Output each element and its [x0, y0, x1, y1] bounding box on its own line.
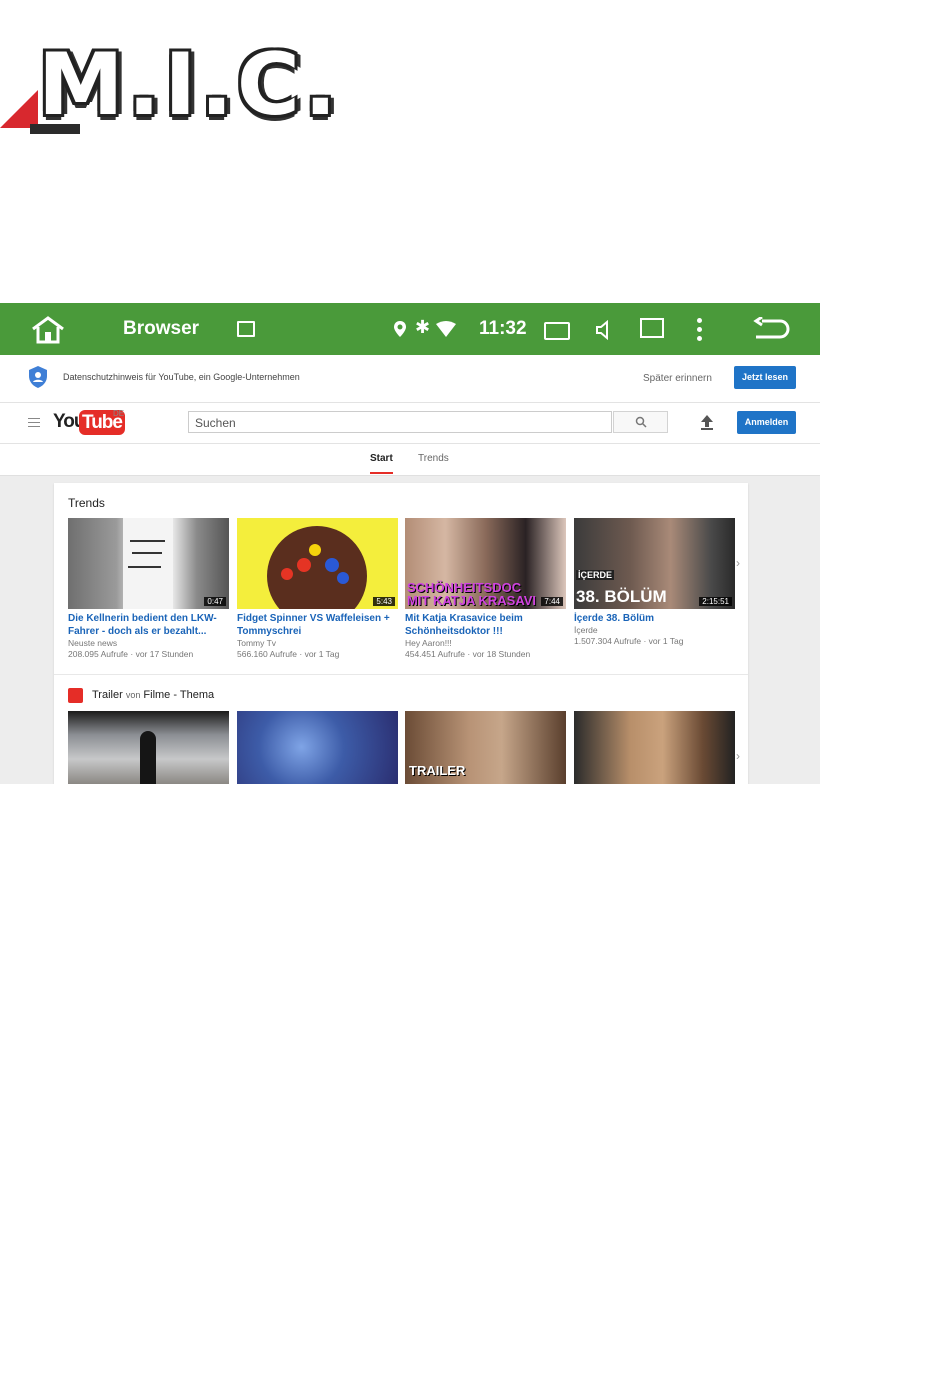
app-title: Browser	[123, 318, 200, 339]
image-icon[interactable]	[237, 321, 255, 337]
region-label: DE	[113, 409, 125, 418]
screen-close-icon[interactable]	[640, 318, 664, 338]
video-title[interactable]: Die Kellnerin bedient den LKW-Fahrer - d…	[68, 612, 229, 638]
video-channel[interactable]: Tommy Tv	[237, 638, 398, 649]
trailer-title[interactable]: Trailer	[92, 689, 123, 701]
bluetooth-icon: ✱	[415, 317, 431, 337]
privacy-text: Datenschutzhinweis für YouTube, ein Goog…	[63, 372, 300, 382]
read-now-button[interactable]: Jetzt lesen	[734, 366, 796, 389]
carousel-next-icon[interactable]: ›	[736, 556, 740, 570]
video-duration: 2:15:51	[699, 597, 732, 606]
thumbnail-overlay-text: 38. BÖLÜM	[576, 587, 667, 606]
shield-icon	[29, 366, 47, 388]
video-channel[interactable]: Neuste news	[68, 638, 229, 649]
video-item[interactable]: 0:47 Die Kellnerin bedient den LKW-Fahre…	[68, 518, 229, 660]
youtube-header: You Tube DE Suchen Anmelden	[0, 403, 820, 444]
clock: 11:32	[479, 318, 527, 339]
remind-later-link[interactable]: Später erinnern	[643, 373, 712, 384]
video-channel[interactable]: Hey Aaron!!!	[405, 638, 566, 649]
video-title[interactable]: Fidget Spinner VS Waffeleisen + Tommysch…	[237, 612, 398, 638]
video-item[interactable]: İÇERDE 38. BÖLÜM 2:15:51 İçerde 38. Bölü…	[574, 518, 735, 647]
trends-heading: Trends	[68, 496, 105, 510]
search-input[interactable]: Suchen	[188, 411, 612, 433]
video-channel[interactable]: İçerde	[574, 625, 735, 636]
video-thumbnail[interactable]: 0:47	[68, 518, 229, 609]
trailer-channel-icon[interactable]	[68, 688, 83, 703]
video-duration: 5:43	[373, 597, 395, 606]
video-duration: 0:47	[204, 597, 226, 606]
hamburger-menu-icon[interactable]	[28, 418, 40, 430]
location-icon	[394, 321, 406, 337]
more-options-icon[interactable]	[697, 318, 703, 345]
trailer-from: von	[125, 690, 141, 700]
video-thumbnail[interactable]: İÇERDE 38. BÖLÜM 2:15:51	[574, 518, 735, 609]
back-icon[interactable]	[752, 317, 790, 341]
home-icon[interactable]	[30, 315, 66, 345]
video-meta: 1.507.304 Aufrufe · vor 1 Tag	[574, 636, 684, 646]
trailer-heading: Trailer von Filme - Thema	[92, 689, 214, 701]
youtube-tabs: Start Trends	[0, 444, 820, 476]
video-meta: 566.160 Aufrufe · vor 1 Tag	[237, 649, 340, 659]
mic-logo: M.I.C.	[0, 35, 370, 135]
upload-icon[interactable]	[700, 414, 714, 430]
active-tab-indicator	[370, 472, 393, 474]
logo-triangle	[0, 90, 38, 128]
carousel-next-icon[interactable]: ›	[736, 749, 740, 763]
privacy-banner: Datenschutzhinweis für YouTube, ein Goog…	[0, 355, 820, 403]
video-item[interactable]: SCHÖNHEITSDOC MIT KATJA KRASAVI 7:44 Mit…	[405, 518, 566, 660]
video-item[interactable]: 5:43 Fidget Spinner VS Waffeleisen + Tom…	[237, 518, 398, 660]
tab-start[interactable]: Start	[370, 453, 393, 464]
device-screen: Browser ✱ 11:32 Datenschutzhinweis für Y…	[0, 303, 820, 784]
logo-text: M.I.C.	[38, 35, 341, 135]
tab-trends[interactable]: Trends	[418, 453, 449, 464]
trailer-topic[interactable]: Filme - Thema	[143, 689, 214, 701]
volume-icon[interactable]	[595, 320, 613, 340]
video-meta: 454.451 Aufrufe · vor 18 Stunden	[405, 649, 531, 659]
video-meta: 208.095 Aufrufe · vor 17 Stunden	[68, 649, 194, 659]
trailer-thumbnail[interactable]	[68, 711, 229, 784]
thumbnail-overlay-text: SCHÖNHEITSDOC MIT KATJA KRASAVI	[407, 580, 537, 608]
search-button[interactable]	[613, 411, 668, 433]
trailer-thumbnail[interactable]: TRAILER	[405, 711, 566, 784]
trailer-thumbnail[interactable]	[574, 711, 735, 784]
section-divider	[54, 674, 748, 675]
video-thumbnail[interactable]: SCHÖNHEITSDOC MIT KATJA KRASAVI 7:44	[405, 518, 566, 609]
search-icon	[635, 416, 647, 428]
video-duration: 7:44	[541, 597, 563, 606]
camera-icon[interactable]	[544, 322, 570, 340]
video-thumbnail[interactable]: 5:43	[237, 518, 398, 609]
sign-in-button[interactable]: Anmelden	[737, 411, 796, 434]
thumbnail-overlay-label: İÇERDE	[576, 570, 615, 580]
video-title[interactable]: İçerde 38. Bölüm	[574, 612, 735, 625]
thumbnail-overlay-text: TRAILER	[409, 763, 466, 778]
video-title[interactable]: Mit Katja Krasavice beim Schönheitsdokto…	[405, 612, 566, 638]
content-card: Trends 0:47 Die Kellnerin bedient den LK…	[54, 483, 748, 784]
trailer-thumbnail[interactable]	[237, 711, 398, 784]
wifi-icon	[436, 321, 456, 337]
android-status-bar: Browser ✱ 11:32	[0, 303, 820, 355]
